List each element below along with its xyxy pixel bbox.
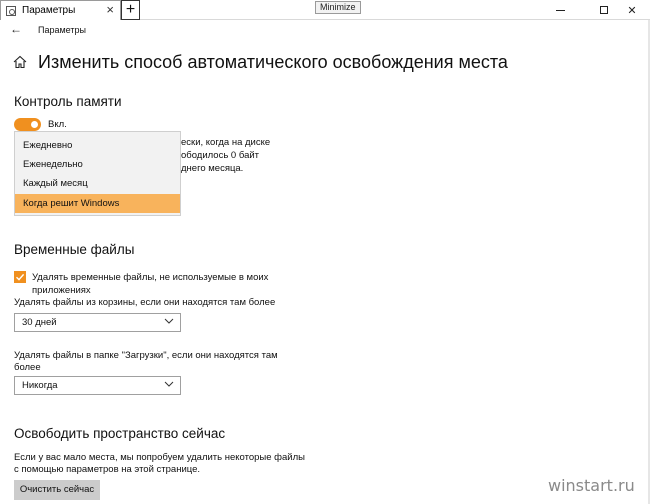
title-bar: Параметры × + Minimize ✕ [0, 0, 650, 20]
dropdown-option-daily[interactable]: Ежедневно [15, 136, 180, 155]
settings-app-icon [6, 5, 16, 16]
tab-close-icon[interactable]: × [106, 3, 114, 17]
dropdown-option-windows-decides[interactable]: Когда решит Windows [15, 194, 180, 213]
hidden-text-line: днего месяца. [181, 163, 244, 174]
storage-sense-heading: Контроль памяти [14, 94, 122, 109]
toggle-label: Вкл. [48, 119, 67, 130]
new-tab-button[interactable]: + [121, 0, 140, 20]
downloads-label: Удалять файлы в папке "Загрузки", если о… [14, 350, 278, 361]
chevron-down-icon [164, 381, 174, 387]
chevron-down-icon [164, 318, 174, 324]
checkmark-icon [16, 273, 25, 281]
frequency-dropdown-list: Ежедневно Еженедельно Каждый месяц Когда… [14, 131, 181, 216]
recycle-bin-select[interactable]: 30 дней [14, 313, 181, 332]
downloads-select[interactable]: Никогда [14, 376, 181, 395]
checkbox-label: Удалять временные файлы, не используемые… [32, 272, 269, 283]
close-icon: ✕ [627, 4, 637, 17]
close-button[interactable]: ✕ [614, 0, 650, 20]
window-tab[interactable]: Параметры × [0, 0, 121, 20]
recycle-bin-value: 30 дней [22, 317, 57, 328]
tab-title: Параметры [22, 5, 76, 16]
back-arrow-icon[interactable]: ← [10, 22, 22, 36]
downloads-label: более [14, 362, 41, 373]
recycle-bin-label: Удалять файлы из корзины, если они наход… [14, 297, 276, 308]
hidden-text-line: ески, когда на диске [181, 137, 271, 148]
maximize-icon [600, 6, 608, 14]
storage-sense-toggle[interactable] [14, 118, 41, 131]
clean-now-button[interactable]: Очистить сейчас [14, 480, 100, 500]
temp-files-heading: Временные файлы [14, 242, 135, 257]
watermark: winstart.ru [548, 476, 635, 495]
hidden-text-line: ободилось 0 байт [181, 150, 260, 161]
dropdown-option-weekly[interactable]: Еженедельно [15, 155, 180, 174]
minimize-icon [555, 9, 565, 11]
free-space-heading: Освободить пространство сейчас [14, 426, 226, 441]
minimize-button[interactable] [542, 0, 578, 20]
downloads-value: Никогда [22, 380, 58, 391]
app-title: Параметры [38, 25, 86, 35]
home-icon[interactable] [13, 55, 27, 69]
dropdown-option-monthly[interactable]: Каждый месяц [15, 174, 180, 193]
delete-temp-files-checkbox[interactable] [14, 271, 26, 283]
free-space-description: с помощью параметров на этой странице. [14, 464, 201, 475]
page-title: Изменить способ автоматического освобожд… [38, 52, 508, 72]
minimize-tooltip: Minimize [315, 1, 361, 14]
